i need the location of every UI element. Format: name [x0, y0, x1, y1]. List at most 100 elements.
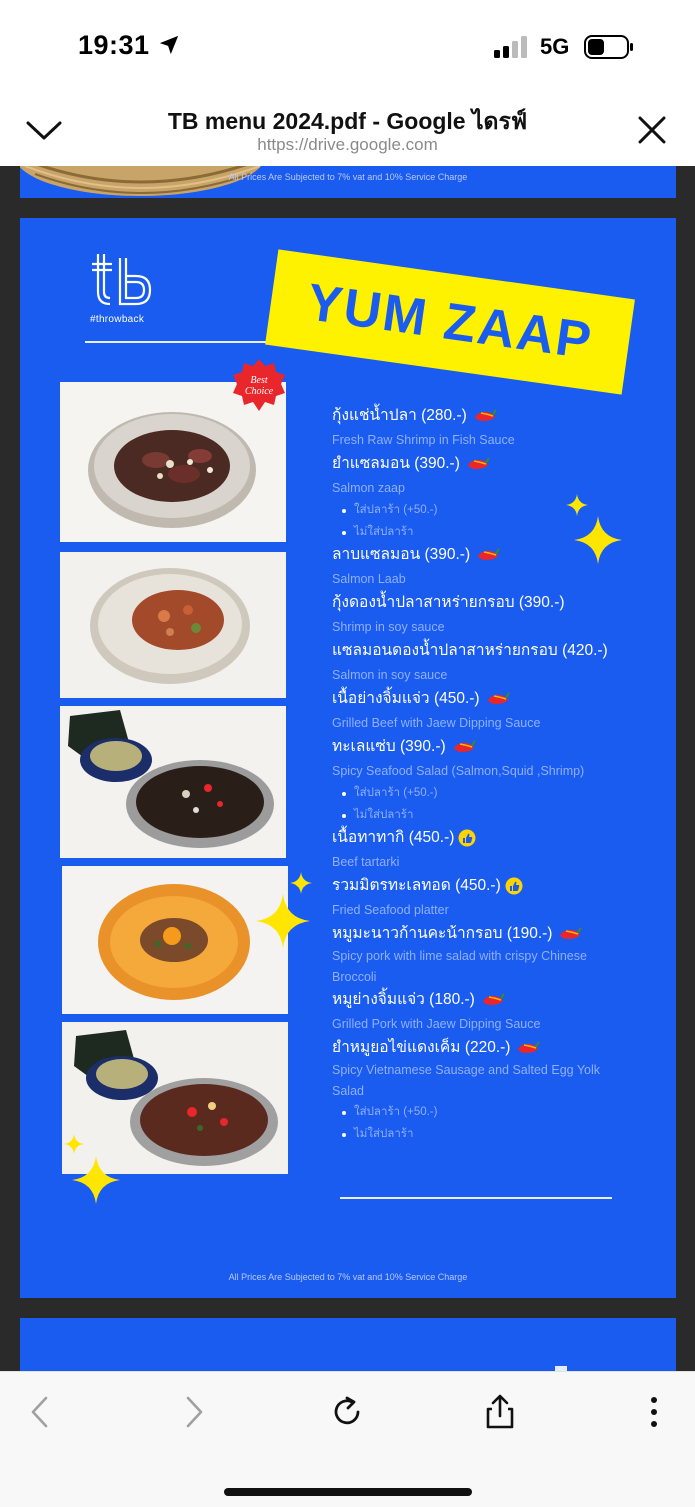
food-photo-salmon-laab: [60, 552, 286, 698]
close-button[interactable]: [632, 110, 672, 150]
back-button[interactable]: [20, 1392, 60, 1432]
menu-item: หมูมะนาวก้านคะน้ากรอบ (190.-) Spicy pork …: [332, 922, 632, 988]
location-arrow-icon: [159, 35, 179, 55]
menu-item: รวมมิตรทะเลทอด (450.-) Fried Seafood plat…: [332, 874, 632, 922]
menu-item-name: ยำหมูยอไข่แดงเค็ม (220.-): [332, 1036, 632, 1060]
menu-item-description: Salmon Laab: [332, 572, 406, 586]
svg-text:Best: Best: [250, 375, 267, 386]
menu-item-name: ทะเลแซ่บ (390.-): [332, 735, 632, 759]
sparkle-icon: [290, 872, 312, 894]
best-choice-badge: Best Choice: [233, 359, 285, 411]
menu-item: เนื้อย่างจิ้มแจ่ว (450.-) Grilled Beef wi…: [332, 687, 632, 735]
chili-spicy-icon: [452, 739, 476, 755]
menu-item-description: Spicy Vietnamese Sausage and Salted Egg …: [332, 1063, 601, 1098]
menu-item-name-text: รวมมิตรทะเลทอด (450.-): [332, 877, 501, 894]
basket-image: [20, 166, 261, 196]
menu-item: ทะเลแซ่บ (390.-) Spicy Seafood Salad (Sal…: [332, 735, 632, 826]
menu-item-name: เนื้อทาทากิ (450.-): [332, 826, 632, 850]
throwback-logo: [92, 254, 152, 306]
previous-pdf-page: All Prices Are Subjected to 7% vat and 1…: [20, 166, 676, 198]
menu-item-name-text: ทะเลแซ่บ (390.-): [332, 738, 446, 755]
menu-item-option: ไม่ใส่ปลาร้า: [332, 1124, 632, 1146]
more-icon: [651, 1397, 657, 1427]
menu-item: แซลมอนดองน้ำปลาสาหร่ายกรอบ (420.-) Salmon…: [332, 639, 632, 687]
menu-item-name: กุ้งดองน้ำปลาสาหร่ายกรอบ (390.-): [332, 591, 632, 615]
reload-button[interactable]: [327, 1392, 367, 1432]
menu-item-description: Spicy pork with lime salad with crispy C…: [332, 949, 587, 984]
back-icon: [31, 1396, 48, 1428]
menu-item-description: Spicy Seafood Salad (Salmon,Squid ,Shrim…: [332, 764, 585, 778]
more-options-button[interactable]: [634, 1392, 674, 1432]
menu-item-description: Fried Seafood platter: [332, 903, 449, 917]
svg-text:Choice: Choice: [245, 386, 274, 397]
food-photo-egg-yolk: [62, 866, 288, 1014]
menu-item: ลาบแซลมอน (390.-) Salmon Laab: [332, 543, 632, 591]
share-icon: [486, 1394, 514, 1429]
menu-item-name-text: ยำแซลมอน (390.-): [332, 455, 460, 472]
menu-item: หมูย่างจิ้มแจ่ว (180.-) Grilled Pork with…: [332, 988, 632, 1036]
menu-item-name: ยำแซลมอน (390.-): [332, 452, 632, 476]
menu-item-name: หมูมะนาวก้านคะน้ากรอบ (190.-): [332, 922, 632, 946]
menu-item: ยำแซลมอน (390.-) Salmon zaap ใส่ปลาร้า (+5…: [332, 452, 632, 543]
menu-title: YUM ZAAP: [303, 273, 597, 371]
menu-item-option: ใส่ปลาร้า (+50.-): [332, 783, 632, 805]
menu-item-option: ใส่ปลาร้า (+50.-): [332, 500, 632, 522]
chili-spicy-icon: [516, 1040, 541, 1056]
forward-icon: [186, 1396, 203, 1428]
menu-item-description: Fresh Raw Shrimp in Fish Sauce: [332, 433, 515, 447]
menu-item-description: Beef tartarki: [332, 855, 400, 869]
menu-item: กุ้งแช่น้ำปลา (280.-) Fresh Raw Shrimp in…: [332, 404, 632, 452]
chili-spicy-icon: [473, 408, 497, 424]
reload-icon: [334, 1396, 360, 1425]
logo-tagline: #throwback: [90, 314, 145, 325]
menu-item-name: กุ้งแช่น้ำปลา (280.-): [332, 404, 632, 428]
chili-spicy-icon: [558, 926, 583, 942]
menu-item-name: เนื้อย่างจิ้มแจ่ว (450.-): [332, 687, 632, 711]
menu-item-option: ใส่ปลาร้า (+50.-): [332, 1102, 632, 1124]
page-url: https://drive.google.com: [257, 135, 438, 154]
menu-item-name-text: ลาบแซลมอน (390.-): [332, 546, 471, 563]
food-photo-sausage-salad: [62, 1022, 288, 1174]
menu-item-list: กุ้งแช่น้ำปลา (280.-) Fresh Raw Shrimp in…: [332, 404, 632, 1145]
menu-item-name: รวมมิตรทะเลทอด (450.-): [332, 874, 632, 898]
thumbs-up-icon: [505, 877, 523, 895]
menu-item-name: แซลมอนดองน้ำปลาสาหร่ายกรอบ (420.-): [332, 639, 632, 663]
menu-item-name-text: แซลมอนดองน้ำปลาสาหร่ายกรอบ (420.-): [332, 642, 608, 659]
battery-icon: [584, 35, 633, 59]
menu-item-option: ไม่ใส่ปลาร้า: [332, 805, 632, 827]
menu-item-description: Shrimp in soy sauce: [332, 620, 445, 634]
pdf-viewer[interactable]: All Prices Are Subjected to 7% vat and 1…: [0, 166, 695, 1371]
sparkle-icon: [64, 1134, 84, 1154]
menu-page: #throwback YUM ZAAP Best Choice กุ้งแช่น…: [20, 218, 676, 1298]
menu-item: เนื้อทาทากิ (450.-) Beef tartarki: [332, 826, 632, 874]
browser-toolbar: [0, 1371, 695, 1507]
menu-item-name: หมูย่างจิ้มแจ่ว (180.-): [332, 988, 632, 1012]
thumbs-up-icon: [458, 829, 476, 847]
menu-item-description: Grilled Beef with Jaew Dipping Sauce: [332, 716, 541, 730]
share-button[interactable]: [480, 1392, 520, 1432]
menu-item: ยำหมูยอไข่แดงเค็ม (220.-) Spicy Vietnames…: [332, 1036, 632, 1145]
menu-item-name-text: เนื้อทาทากิ (450.-): [332, 829, 455, 846]
status-bar: 19:31 5G: [0, 0, 695, 90]
chili-spicy-icon: [481, 992, 505, 1008]
menu-item-name: ลาบแซลมอน (390.-): [332, 543, 632, 567]
previous-page-footer: All Prices Are Subjected to 7% vat and 1…: [228, 172, 468, 182]
next-pdf-page: [20, 1318, 676, 1371]
forward-button[interactable]: [174, 1392, 214, 1432]
menu-item-name-text: กุ้งดองน้ำปลาสาหร่ายกรอบ (390.-): [332, 594, 565, 611]
title-banner: YUM ZAAP: [265, 249, 635, 395]
browser-header: TB menu 2024.pdf - Google ไดรฟ์ https://…: [0, 90, 695, 166]
menu-item-name-text: หมูมะนาวก้านคะน้ากรอบ (190.-): [332, 925, 553, 942]
menu-item-description: Salmon zaap: [332, 481, 405, 495]
chili-spicy-icon: [466, 456, 490, 472]
sparkle-icon: [256, 894, 310, 948]
cellular-signal-icon: [494, 36, 527, 58]
menu-divider: [340, 1197, 612, 1199]
menu-item: กุ้งดองน้ำปลาสาหร่ายกรอบ (390.-) Shrimp i…: [332, 591, 632, 639]
menu-item-name-text: ยำหมูยอไข่แดงเค็ม (220.-): [332, 1039, 511, 1056]
menu-item-option: ไม่ใส่ปลาร้า: [332, 522, 632, 544]
network-type: 5G: [540, 34, 570, 59]
menu-page-footer: All Prices Are Subjected to 7% vat and 1…: [228, 1272, 468, 1282]
menu-item-description: Salmon in soy sauce: [332, 668, 448, 682]
close-icon: [638, 116, 666, 144]
